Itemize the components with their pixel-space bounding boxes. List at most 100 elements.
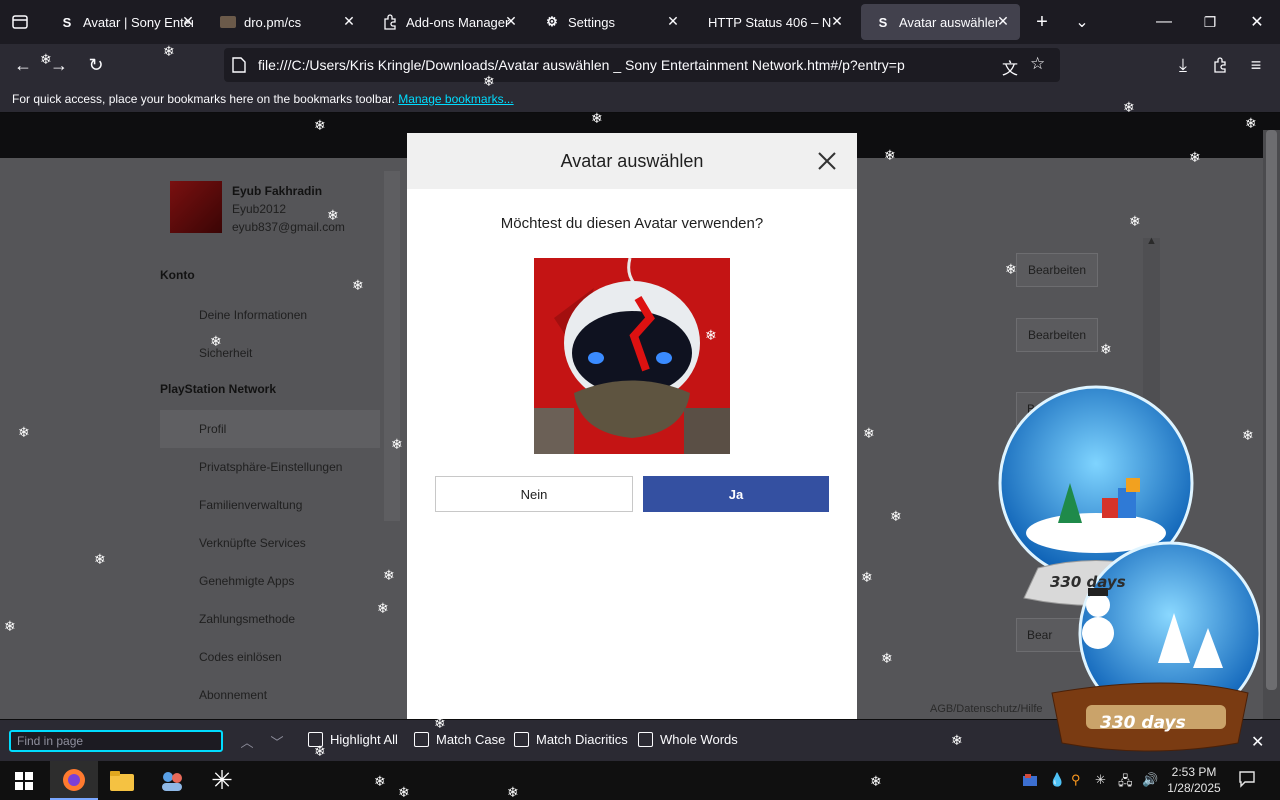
find-previous-icon[interactable]: ︿ bbox=[238, 732, 256, 750]
bookmarks-toolbar: For quick access, place your bookmarks h… bbox=[0, 86, 1280, 113]
edit-button[interactable]: Bearbeiten bbox=[1016, 318, 1098, 352]
gear-icon: ⚙ bbox=[546, 14, 558, 29]
dialog-title: Avatar auswählen bbox=[560, 151, 704, 171]
close-tab-icon[interactable]: ✕ bbox=[828, 13, 846, 30]
highlight-all-checkbox[interactable]: Highlight All bbox=[308, 732, 398, 747]
reload-icon[interactable]: ↻ bbox=[83, 52, 109, 78]
yes-button[interactable]: Ja bbox=[643, 476, 829, 512]
edit-button[interactable]: Bearbeiten bbox=[1016, 253, 1098, 287]
page-scrollbar-thumb[interactable] bbox=[1266, 130, 1277, 690]
profile-name: Eyub Fakhradin bbox=[232, 184, 323, 198]
tab-settings[interactable]: ⚙ Settings ✕ bbox=[530, 4, 690, 40]
sidebar-item-zahlungsmethode[interactable]: Zahlungsmethode bbox=[160, 600, 380, 638]
close-tab-icon[interactable]: ✕ bbox=[664, 13, 682, 30]
tab-dro-pm[interactable]: dro.pm/cs ✕ bbox=[206, 4, 366, 40]
whole-words-checkbox[interactable]: Whole Words bbox=[638, 732, 738, 747]
match-diacritics-checkbox[interactable]: Match Diacritics bbox=[514, 732, 628, 747]
search-tray-icon[interactable]: ⚲ bbox=[1071, 772, 1081, 788]
checkbox-icon bbox=[638, 732, 653, 747]
new-tab-icon[interactable]: + bbox=[1030, 10, 1054, 34]
tab-avatar-sony[interactable]: S Avatar | Sony Entert ✕ bbox=[45, 4, 205, 40]
footer-links[interactable]: AGB/Datenschutz/Hilfe bbox=[930, 703, 1043, 715]
manage-bookmarks-link[interactable]: Manage bookmarks... bbox=[398, 92, 513, 106]
file-explorer-icon[interactable] bbox=[98, 761, 146, 800]
dialog-header: Avatar auswählen bbox=[407, 133, 857, 189]
downloads-icon[interactable]: ⤓ bbox=[1170, 52, 1196, 78]
volume-icon[interactable]: 🔊 bbox=[1142, 772, 1158, 788]
sidebar-item-familienverwaltung[interactable]: Familienverwaltung bbox=[160, 486, 380, 524]
network-icon[interactable]: 🖧 bbox=[1118, 772, 1133, 794]
profile-email: eyub837@gmail.com bbox=[232, 220, 345, 234]
tab-avatar-auswaehlen[interactable]: S Avatar auswählen | ✕ bbox=[861, 4, 1020, 40]
match-case-checkbox[interactable]: Match Case bbox=[414, 732, 505, 747]
snow-app-icon[interactable]: ✳ bbox=[198, 761, 246, 800]
sidebar-item-sicherheit[interactable]: Sicherheit bbox=[160, 334, 380, 372]
bookmark-star-icon[interactable]: ☆ bbox=[1030, 54, 1045, 74]
firefox-view-icon[interactable] bbox=[8, 10, 32, 34]
sidebar-item-profil[interactable]: Profil bbox=[160, 410, 380, 448]
sony-s-icon: S bbox=[62, 14, 72, 30]
close-tab-icon[interactable]: ✕ bbox=[994, 13, 1012, 30]
nav-bar: ← → ↻ file:///C:/Users/Kris Kringle/Down… bbox=[0, 44, 1280, 86]
tab-title: Add-ons Manager bbox=[406, 14, 510, 30]
notifications-icon[interactable] bbox=[1238, 770, 1256, 791]
sidebar-item-verknuepfte-services[interactable]: Verknüpfte Services bbox=[160, 524, 380, 562]
profile-avatar bbox=[170, 181, 222, 233]
avatar-confirm-dialog: Avatar auswählen Möchtest du diesen Avat… bbox=[407, 133, 857, 719]
back-icon[interactable]: ← bbox=[10, 52, 36, 78]
minimize-icon[interactable]: — bbox=[1152, 10, 1176, 34]
sidebar-item-codes-einloesen[interactable]: Codes einlösen bbox=[160, 638, 380, 676]
translate-icon[interactable]: 文 bbox=[1002, 55, 1018, 79]
checkbox-icon bbox=[414, 732, 429, 747]
content-scrollbar[interactable] bbox=[1143, 238, 1160, 498]
sidebar-item-abonnement[interactable]: Abonnement bbox=[160, 676, 380, 714]
edit-button[interactable]: Bear bbox=[1016, 618, 1098, 652]
list-tabs-icon[interactable]: ⌄ bbox=[1070, 10, 1094, 34]
sidebar-scrollbar[interactable] bbox=[384, 171, 400, 521]
bookmarks-hint: For quick access, place your bookmarks h… bbox=[12, 92, 395, 106]
tab-title: Avatar auswählen | bbox=[899, 14, 999, 30]
scroll-up-icon[interactable]: ▲ bbox=[1146, 235, 1157, 247]
sidebar-item-genehmigte-apps[interactable]: Genehmigte Apps bbox=[160, 562, 380, 600]
tab-title: dro.pm/cs bbox=[244, 14, 302, 30]
close-tab-icon[interactable]: ✕ bbox=[502, 13, 520, 30]
close-icon[interactable]: ✕ bbox=[1251, 732, 1264, 752]
menu-icon[interactable]: ≡ bbox=[1243, 52, 1269, 78]
url-bar[interactable]: file:///C:/Users/Kris Kringle/Downloads/… bbox=[224, 48, 1060, 82]
close-tab-icon[interactable]: ✕ bbox=[340, 13, 358, 30]
tab-addons-manager[interactable]: Add-ons Manager ✕ bbox=[368, 4, 528, 40]
section-psn: PlayStation Network bbox=[160, 382, 277, 396]
edit-button[interactable]: B bbox=[1016, 392, 1098, 426]
page-icon bbox=[220, 14, 236, 30]
section-konto: Konto bbox=[160, 268, 195, 282]
tab-http-406[interactable]: HTTP Status 406 – Not A ✕ bbox=[694, 4, 854, 40]
forward-icon[interactable]: → bbox=[46, 52, 72, 78]
tray-app-icon[interactable] bbox=[1022, 772, 1038, 791]
option-label: Whole Words bbox=[660, 732, 738, 747]
close-tab-icon[interactable]: ✕ bbox=[179, 13, 197, 30]
option-label: Match Case bbox=[436, 732, 506, 747]
option-label: Highlight All bbox=[330, 732, 398, 747]
restore-icon[interactable]: ❐ bbox=[1198, 10, 1222, 34]
find-input[interactable] bbox=[9, 730, 223, 752]
system-clock[interactable]: 2:53 PM 1/28/2025 bbox=[1162, 764, 1226, 796]
close-icon[interactable] bbox=[815, 149, 839, 173]
file-icon bbox=[232, 57, 246, 78]
find-next-icon[interactable]: ﹀ bbox=[268, 732, 286, 750]
taskbar: ✳ 💧 ⚲ ✳ 🖧 🔊 2:53 PM 1/28/2025 bbox=[0, 761, 1280, 800]
puzzle-icon bbox=[382, 14, 398, 30]
clock-date: 1/28/2025 bbox=[1167, 781, 1221, 795]
tab-title: Settings bbox=[568, 14, 615, 30]
extensions-icon[interactable] bbox=[1207, 52, 1233, 78]
windows-start-icon[interactable] bbox=[0, 761, 48, 800]
sidebar-item-privatsphaere[interactable]: Privatsphäre-Einstellungen bbox=[160, 448, 380, 486]
people-app-icon[interactable] bbox=[148, 761, 196, 800]
droplet-icon[interactable]: 💧 bbox=[1049, 772, 1065, 788]
no-button[interactable]: Nein bbox=[435, 476, 633, 512]
snowflake-tray-icon[interactable]: ✳ bbox=[1095, 772, 1106, 788]
sony-s-icon: S bbox=[878, 14, 888, 30]
firefox-taskbar-icon[interactable] bbox=[50, 761, 98, 800]
sidebar-item-deine-informationen[interactable]: Deine Informationen bbox=[160, 296, 380, 334]
clock-time: 2:53 PM bbox=[1171, 765, 1217, 779]
close-window-icon[interactable]: ✕ bbox=[1245, 10, 1269, 34]
